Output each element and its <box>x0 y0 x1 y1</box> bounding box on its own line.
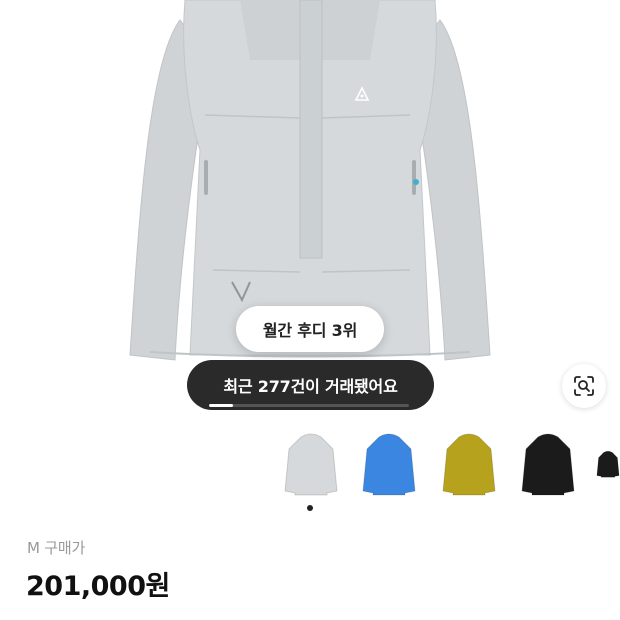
trade-count-text: 최근 277건이 거래됐어요 <box>223 377 398 396</box>
carousel-dot <box>307 505 313 511</box>
jacket-thumb-icon <box>362 433 416 496</box>
color-thumbnails <box>0 426 620 502</box>
ranking-text: 월간 후디 3위 <box>262 321 358 340</box>
jacket-thumb-icon <box>521 433 575 496</box>
thumbnail-grey[interactable] <box>278 426 344 502</box>
jacket-thumb-icon <box>284 433 338 496</box>
jacket-thumb-icon <box>596 450 620 478</box>
ranking-badge: 월간 후디 3위 <box>236 306 384 352</box>
thumbnail-black-2[interactable] <box>596 426 620 502</box>
carousel-progress-fill <box>209 404 233 407</box>
thumbnail-black[interactable] <box>515 426 581 502</box>
thumbnail-olive[interactable] <box>436 426 502 502</box>
carousel-progress <box>209 404 409 407</box>
size-purchase-label: M 구매가 <box>27 539 86 557</box>
jacket-thumb-icon <box>442 433 496 496</box>
thumbnail-blue[interactable] <box>356 426 422 502</box>
image-search-icon <box>574 376 594 396</box>
trade-count-badge: 최근 277건이 거래됐어요 <box>187 360 434 410</box>
image-search-button[interactable] <box>562 364 606 408</box>
price: 201,000원 <box>26 571 170 602</box>
